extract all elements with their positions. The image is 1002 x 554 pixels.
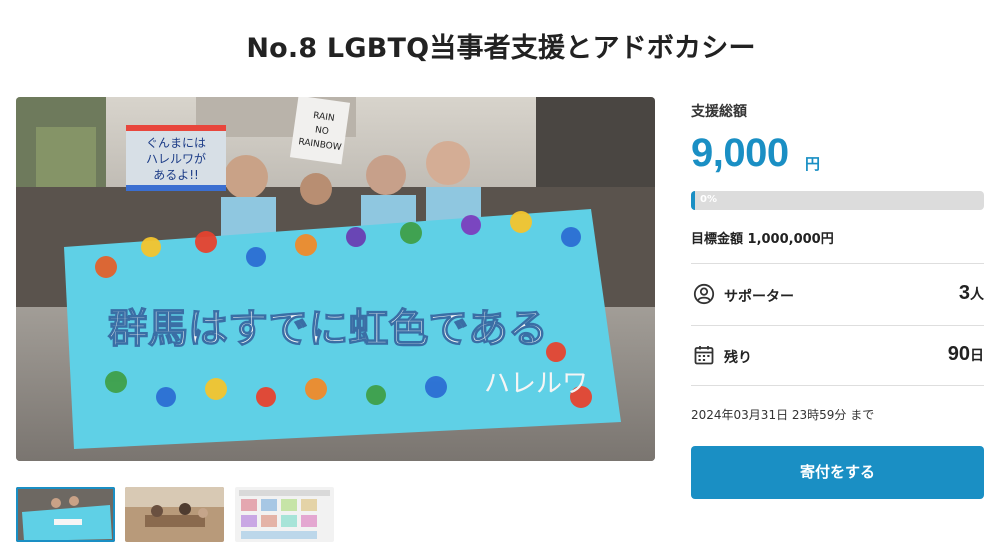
remaining-unit: 日 bbox=[970, 348, 984, 364]
thumbnail-3[interactable] bbox=[235, 487, 334, 542]
progress-fill bbox=[691, 191, 695, 210]
svg-text:NO: NO bbox=[314, 125, 329, 137]
svg-text:ハレルワが: ハレルワが bbox=[146, 151, 206, 166]
goal-amount: 目標金額 1,000,000円 bbox=[691, 232, 834, 247]
svg-text:あるよ!!: あるよ!! bbox=[153, 168, 199, 182]
supporters-unit: 人 bbox=[970, 287, 984, 303]
remaining-value: 90 bbox=[947, 343, 970, 365]
banner-sub-text: ハレルワ bbox=[484, 369, 588, 399]
divider bbox=[691, 325, 984, 326]
deadline-text: 2024年03月31日 23時59分 まで bbox=[691, 408, 875, 422]
svg-text:ぐんまには: ぐんまには bbox=[146, 136, 206, 150]
funds-unit: 円 bbox=[805, 155, 821, 173]
remaining-count: 90日 bbox=[948, 343, 984, 366]
page-title: No.8 LGBTQ当事者支援とアドボカシー bbox=[246, 33, 756, 64]
supporters-value: 3 bbox=[958, 282, 970, 304]
banner-main-text: 群馬はすでに虹色である bbox=[108, 306, 548, 352]
supporters-label: サポーター bbox=[724, 289, 794, 305]
divider bbox=[691, 263, 984, 264]
divider bbox=[691, 385, 984, 386]
funds-amount: 9,000 bbox=[691, 131, 789, 175]
donate-button[interactable]: 寄付をする bbox=[691, 446, 984, 499]
funding-progress-bar: 0% bbox=[691, 191, 984, 210]
main-project-image[interactable]: ぐんまには ハレルワが あるよ!! RAIN NO RAINBOW 群馬はすでに… bbox=[16, 97, 655, 461]
thumbnail-1[interactable] bbox=[16, 487, 115, 542]
calendar-icon bbox=[694, 346, 714, 365]
remaining-label: 残り bbox=[724, 350, 752, 366]
person-circle-icon bbox=[693, 283, 715, 305]
funds-label: 支援総額 bbox=[691, 104, 747, 120]
progress-percent: 0% bbox=[700, 194, 717, 205]
supporters-count: 3人 bbox=[959, 282, 984, 305]
thumbnail-2[interactable] bbox=[125, 487, 224, 542]
